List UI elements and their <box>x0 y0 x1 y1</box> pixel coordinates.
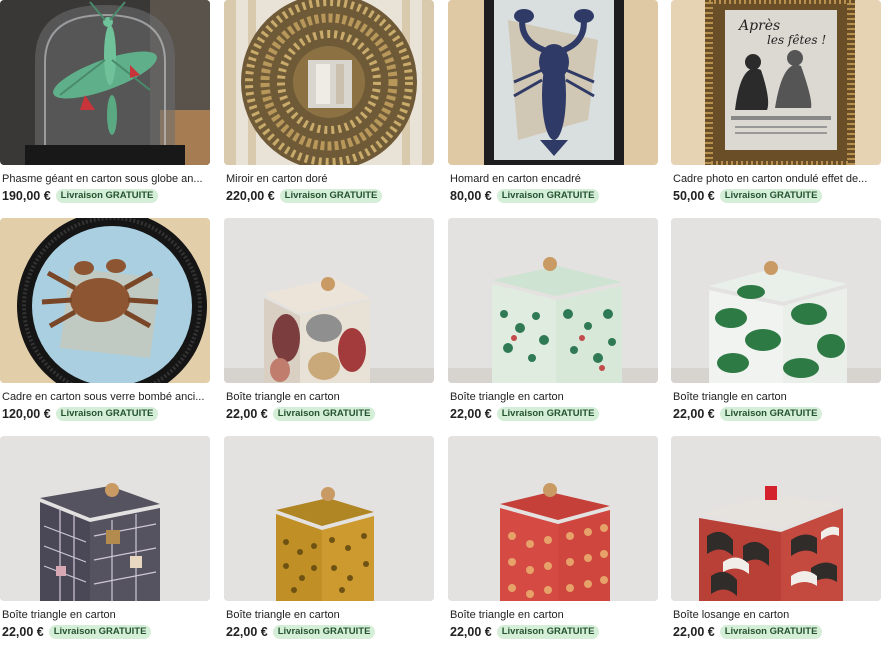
product-image[interactable] <box>448 218 658 383</box>
price-row: 190,00 € Livraison GRATUITE <box>2 188 159 204</box>
price-row: 220,00 € Livraison GRATUITE <box>226 188 383 204</box>
product-title[interactable]: Boîte triangle en carton <box>673 390 881 404</box>
lobster-frame-image <box>448 0 658 165</box>
product-card[interactable]: Boîte triangle en carton 22,00 € Livrais… <box>671 218 881 434</box>
product-card[interactable]: Boîte triangle en carton 22,00 € Livrais… <box>448 436 658 652</box>
product-price: 22,00 € <box>673 625 715 639</box>
product-image[interactable] <box>0 218 210 383</box>
free-shipping-badge: Livraison GRATUITE <box>272 407 376 421</box>
product-card[interactable]: Homard en carton encadré 80,00 € Livrais… <box>448 0 658 216</box>
box-image <box>671 218 881 383</box>
product-price: 22,00 € <box>226 625 268 639</box>
product-image[interactable] <box>671 436 881 601</box>
box-image <box>448 218 658 383</box>
product-card[interactable]: Boîte triangle en carton 22,00 € Livrais… <box>224 218 434 434</box>
product-image[interactable] <box>0 436 210 601</box>
free-shipping-badge: Livraison GRATUITE <box>55 407 159 421</box>
product-grid: Phasme géant en carton sous globe an... … <box>0 0 881 639</box>
product-image[interactable] <box>0 0 210 165</box>
photo-frame-image: Après les fêtes ! <box>671 0 881 165</box>
product-card[interactable]: Cadre en carton sous verre bombé anci...… <box>0 218 210 434</box>
free-shipping-badge: Livraison GRATUITE <box>272 625 376 639</box>
product-card[interactable]: Boîte triangle en carton 22,00 € Livrais… <box>0 436 210 652</box>
box-image <box>448 436 658 601</box>
product-title[interactable]: Boîte triangle en carton <box>226 390 434 404</box>
price-row: 22,00 € Livraison GRATUITE <box>226 406 376 422</box>
free-shipping-badge: Livraison GRATUITE <box>55 189 159 203</box>
product-image[interactable] <box>224 0 434 165</box>
product-image[interactable] <box>448 0 658 165</box>
product-title[interactable]: Boîte triangle en carton <box>450 390 658 404</box>
svg-text:les fêtes !: les fêtes ! <box>767 33 826 47</box>
product-title[interactable]: Phasme géant en carton sous globe an... <box>2 172 210 186</box>
product-title[interactable]: Homard en carton encadré <box>450 172 658 186</box>
product-title[interactable]: Miroir en carton doré <box>226 172 434 186</box>
product-price: 190,00 € <box>2 189 51 203</box>
svg-text:Après: Après <box>737 18 780 34</box>
product-price: 22,00 € <box>673 407 715 421</box>
product-title[interactable]: Boîte losange en carton <box>673 608 881 622</box>
product-title[interactable]: Cadre en carton sous verre bombé anci... <box>2 390 210 404</box>
product-image[interactable] <box>448 436 658 601</box>
product-price: 22,00 € <box>450 625 492 639</box>
free-shipping-badge: Livraison GRATUITE <box>719 407 823 421</box>
price-row: 22,00 € Livraison GRATUITE <box>450 406 600 422</box>
free-shipping-badge: Livraison GRATUITE <box>496 625 600 639</box>
product-price: 50,00 € <box>673 189 715 203</box>
crab-frame-image <box>0 218 210 383</box>
product-card[interactable]: Phasme géant en carton sous globe an... … <box>0 0 210 216</box>
box-image <box>0 436 210 601</box>
product-card[interactable]: Boîte losange en carton 22,00 € Livraiso… <box>671 436 881 652</box>
free-shipping-badge: Livraison GRATUITE <box>496 189 600 203</box>
product-price: 22,00 € <box>2 625 44 639</box>
free-shipping-badge: Livraison GRATUITE <box>48 625 152 639</box>
product-card[interactable]: Miroir en carton doré 220,00 € Livraison… <box>224 0 434 216</box>
product-title[interactable]: Boîte triangle en carton <box>450 608 658 622</box>
product-title[interactable]: Boîte triangle en carton <box>2 608 210 622</box>
box-image <box>671 436 881 601</box>
price-row: 22,00 € Livraison GRATUITE <box>226 624 376 640</box>
product-image[interactable] <box>671 218 881 383</box>
product-image[interactable] <box>224 218 434 383</box>
box-image <box>224 218 434 383</box>
free-shipping-badge: Livraison GRATUITE <box>279 189 383 203</box>
product-price: 220,00 € <box>226 189 275 203</box>
product-card[interactable]: Boîte triangle en carton 22,00 € Livrais… <box>224 436 434 652</box>
product-image[interactable] <box>224 436 434 601</box>
free-shipping-badge: Livraison GRATUITE <box>719 189 823 203</box>
product-title[interactable]: Boîte triangle en carton <box>226 608 434 622</box>
product-title[interactable]: Cadre photo en carton ondulé effet de... <box>673 172 881 186</box>
product-price: 22,00 € <box>450 407 492 421</box>
price-row: 22,00 € Livraison GRATUITE <box>673 624 823 640</box>
insect-globe-image <box>0 0 210 165</box>
price-row: 22,00 € Livraison GRATUITE <box>673 406 823 422</box>
free-shipping-badge: Livraison GRATUITE <box>719 625 823 639</box>
free-shipping-badge: Livraison GRATUITE <box>496 407 600 421</box>
product-price: 120,00 € <box>2 407 51 421</box>
price-row: 22,00 € Livraison GRATUITE <box>450 624 600 640</box>
mirror-image <box>224 0 434 165</box>
product-image[interactable]: Après les fêtes ! <box>671 0 881 165</box>
box-image <box>224 436 434 601</box>
price-row: 22,00 € Livraison GRATUITE <box>2 624 152 640</box>
product-price: 22,00 € <box>226 407 268 421</box>
price-row: 80,00 € Livraison GRATUITE <box>450 188 600 204</box>
product-card[interactable]: Après les fêtes ! Cadre photo en carton … <box>671 0 881 216</box>
price-row: 120,00 € Livraison GRATUITE <box>2 406 159 422</box>
product-price: 80,00 € <box>450 189 492 203</box>
product-card[interactable]: Boîte triangle en carton 22,00 € Livrais… <box>448 218 658 434</box>
price-row: 50,00 € Livraison GRATUITE <box>673 188 823 204</box>
